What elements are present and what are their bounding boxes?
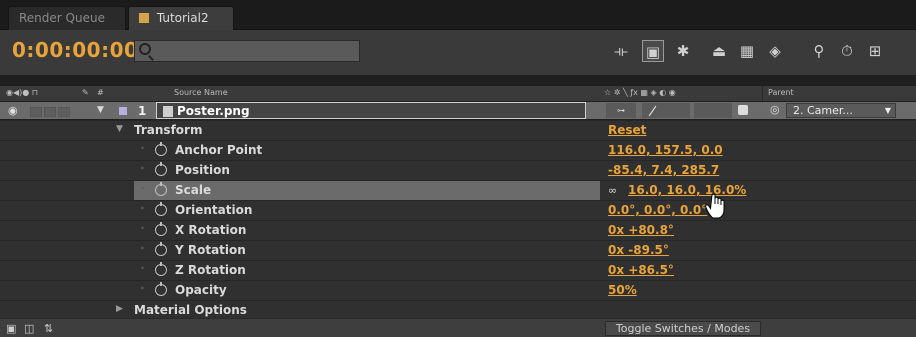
property-group-material-options[interactable]: ▶ Material Options xyxy=(0,300,916,318)
layer-number: 1 xyxy=(138,104,147,118)
bullet-icon: • xyxy=(140,244,145,253)
property-value[interactable]: 50% xyxy=(608,283,637,297)
source-name-header[interactable]: Source Name xyxy=(174,88,228,97)
property-row-z-rotation[interactable]: • Z Rotation 0x +86.5° xyxy=(0,260,916,280)
tab-render-queue[interactable]: Render Queue xyxy=(8,6,126,30)
layer-name-field[interactable]: Poster.png xyxy=(156,102,586,119)
property-row-opacity[interactable]: • Opacity 50% xyxy=(0,280,916,300)
parent-select-value: 2. Camer... xyxy=(793,104,853,117)
bullet-icon: • xyxy=(140,204,145,213)
label-color-swatch[interactable] xyxy=(119,107,127,115)
reset-link[interactable]: Reset xyxy=(608,123,646,137)
property-label: Opacity xyxy=(175,283,227,297)
constrain-proportions-icon[interactable]: ∞ xyxy=(608,184,617,197)
parent-select[interactable]: 2. Camer... ▼ xyxy=(786,103,896,118)
expand-triangle-icon[interactable]: ▶ xyxy=(116,304,123,314)
live-update-icon[interactable]: ▣ xyxy=(642,40,664,62)
stopwatch-icon[interactable] xyxy=(155,202,167,216)
switches-header-icon: ☆ ✲ ╲ ƒx ▦ ◈ ◐ ◉ xyxy=(604,88,676,97)
parent-header[interactable]: Parent xyxy=(768,88,794,97)
property-row-position[interactable]: • Position -85.4, 7.4, 285.7 xyxy=(0,160,916,180)
layer-row[interactable]: ◉ ▼ 1 Poster.png ⊶ ◎ 2. Camer... ▼ xyxy=(0,102,916,119)
timeline-toolbar: 0:00:00:00 ⟛ ▣ ✱ ⏏ ▦ ◈ ⚲ ⏱ ⊞ xyxy=(0,30,916,75)
composition-icon xyxy=(139,13,149,23)
property-label: Position xyxy=(175,163,230,177)
in-out-pane-icon[interactable]: ⇅ xyxy=(44,322,53,335)
property-value[interactable]: -85.4, 7.4, 285.7 xyxy=(608,163,719,177)
layer-name: Poster.png xyxy=(177,104,250,118)
property-row-anchor-point[interactable]: • Anchor Point 116.0, 157.5, 0.0 xyxy=(0,140,916,160)
property-value[interactable]: 0x +80.8° xyxy=(608,223,674,237)
tab-tutorial2-label: Tutorial2 xyxy=(156,11,209,25)
draft-3d-icon[interactable]: ✱ xyxy=(672,40,694,62)
property-row-orientation[interactable]: • Orientation 0.0°, 0.0°, 0.0° xyxy=(0,200,916,220)
chevron-down-icon: ▼ xyxy=(884,106,891,115)
property-value[interactable]: 0x +86.5° xyxy=(608,263,674,277)
property-label: Scale xyxy=(175,183,212,197)
image-file-icon xyxy=(163,106,173,117)
tab-tutorial2[interactable]: Tutorial2 × xyxy=(128,6,234,39)
stopwatch-icon[interactable] xyxy=(155,262,167,276)
brainstorm-icon[interactable]: ⏱ xyxy=(836,40,858,62)
toggle-switches-modes-button[interactable]: Toggle Switches / Modes xyxy=(605,321,761,336)
property-label: Material Options xyxy=(134,303,247,317)
comp-mini-flowchart-icon[interactable]: ⟛ xyxy=(610,40,632,62)
av-switches[interactable] xyxy=(30,106,72,120)
bullet-icon: • xyxy=(140,144,145,153)
motion-blur-icon[interactable]: ◈ xyxy=(764,40,786,62)
expand-triangle-icon[interactable]: ▼ xyxy=(97,105,104,115)
property-value[interactable]: 0x -89.5° xyxy=(608,243,669,257)
property-label: Anchor Point xyxy=(175,143,263,157)
label-column-icon[interactable]: ✎ xyxy=(82,88,89,97)
graph-editor-icon[interactable]: ⚲ xyxy=(808,40,830,62)
search-icon xyxy=(139,43,151,55)
number-column-header: # xyxy=(97,88,104,97)
expand-triangle-icon[interactable]: ▼ xyxy=(116,124,123,134)
bullet-icon: • xyxy=(140,284,145,293)
quality-switch[interactable] xyxy=(642,103,690,118)
property-value[interactable]: 116.0, 157.5, 0.0 xyxy=(608,143,723,157)
property-label: Transform xyxy=(134,123,203,137)
search-input[interactable] xyxy=(134,40,360,62)
3d-layer-icon[interactable] xyxy=(738,105,748,115)
layer-switches-icon[interactable]: ▣ xyxy=(6,322,16,335)
stopwatch-icon[interactable] xyxy=(155,282,167,296)
hand-cursor-icon xyxy=(705,193,725,219)
property-row-scale[interactable]: • Scale ∞ 16.0, 16.0, 16.0% xyxy=(0,180,916,200)
bullet-icon: • xyxy=(140,264,145,273)
modes-pane-icon[interactable]: ◫ xyxy=(24,322,34,335)
property-label: Z Rotation xyxy=(175,263,246,277)
column-header: ◉◀)● ⊓ ✎ # Source Name ☆ ✲ ╲ ƒx ▦ ◈ ◐ ◉ … xyxy=(0,86,916,101)
effect-switches[interactable] xyxy=(694,103,732,118)
stopwatch-icon[interactable] xyxy=(155,142,167,156)
property-value[interactable]: 0.0°, 0.0°, 0.0° xyxy=(608,203,707,217)
comp-flowchart-icon[interactable]: ⊞ xyxy=(864,40,886,62)
tab-render-queue-label: Render Queue xyxy=(19,11,105,25)
bullet-icon: • xyxy=(140,164,145,173)
property-row-x-rotation[interactable]: • X Rotation 0x +80.8° xyxy=(0,220,916,240)
shy-switch-icon[interactable]: ⊶ xyxy=(606,103,636,118)
property-value[interactable]: 16.0, 16.0, 16.0% xyxy=(628,183,746,197)
av-features-icon[interactable]: ◉◀)● ⊓ xyxy=(6,88,38,97)
frame-blending-icon[interactable]: ▦ xyxy=(736,40,758,62)
bullet-icon: • xyxy=(140,184,145,193)
property-label: Orientation xyxy=(175,203,253,217)
property-label: X Rotation xyxy=(175,223,247,237)
property-label: Y Rotation xyxy=(175,243,246,257)
current-time-display[interactable]: 0:00:00:00 xyxy=(12,38,138,62)
property-row-y-rotation[interactable]: • Y Rotation 0x -89.5° xyxy=(0,240,916,260)
timeline-footer: ▣ ◫ ⇅ Toggle Switches / Modes xyxy=(0,318,916,337)
bullet-icon: • xyxy=(140,224,145,233)
stopwatch-icon[interactable] xyxy=(155,182,167,196)
panel-tab-bar: Render Queue Tutorial2 × xyxy=(0,0,916,39)
shy-layers-icon[interactable]: ⏏ xyxy=(708,40,730,62)
property-group-transform[interactable]: ▼ Transform Reset xyxy=(0,120,916,140)
pick-whip-icon[interactable]: ◎ xyxy=(770,103,780,116)
stopwatch-icon[interactable] xyxy=(155,242,167,256)
eye-icon[interactable]: ◉ xyxy=(8,104,18,117)
stopwatch-icon[interactable] xyxy=(155,162,167,176)
column-divider xyxy=(762,86,763,101)
stopwatch-icon[interactable] xyxy=(155,222,167,236)
